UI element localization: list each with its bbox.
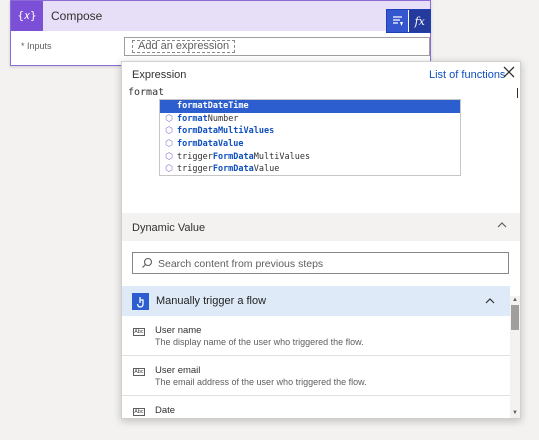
function-icon: ⬡ (165, 126, 173, 137)
search-icon (142, 257, 153, 268)
list-item[interactable]: Abc User email The email address of the … (122, 356, 510, 396)
add-expression-token[interactable]: Add an expression (132, 40, 236, 53)
expression-input-end (512, 88, 518, 98)
function-icon: ⬡ (165, 113, 173, 124)
suggestion-list: ⬡ formatDateTime ⬡ formatNumber ⬡ formDa… (159, 99, 461, 176)
expression-input[interactable]: format (128, 87, 520, 99)
text-type-icon: Abc (133, 328, 145, 336)
dynamic-content-list: Abc User name The display name of the us… (122, 316, 510, 419)
search-placeholder: Search content from previous steps (158, 258, 324, 270)
dynamic-value-header[interactable]: Dynamic Value (122, 213, 520, 241)
function-icon: ⬡ (165, 151, 173, 162)
scroll-down-icon[interactable]: ▼ (512, 410, 518, 416)
close-icon[interactable] (502, 65, 516, 81)
expression-tab-title[interactable]: Expression (132, 69, 186, 81)
list-item[interactable]: Abc Date (122, 396, 510, 419)
dynamic-content-icon (392, 16, 403, 26)
item-name: Date (155, 405, 176, 416)
expression-panel: Expression List of functions format ⬡ fo… (121, 61, 521, 419)
text-type-icon: Abc (133, 368, 145, 376)
suggestion-item[interactable]: ⬡ formDataMultiValues (160, 125, 460, 138)
compose-card: {𝑥} Compose * Inputs Add an expression f… (10, 0, 431, 66)
dynamic-content-button[interactable] (387, 10, 409, 32)
item-description: The display name of the user who trigger… (155, 337, 364, 347)
function-icon: ⬡ (165, 164, 173, 175)
list-of-functions-link[interactable]: List of functions (429, 69, 505, 81)
compose-icon: {𝑥} (11, 1, 43, 31)
compose-title: Compose (51, 9, 103, 23)
list-item[interactable]: Abc User name The display name of the us… (122, 316, 510, 356)
suggestion-item[interactable]: ⬡ formatDateTime (160, 100, 460, 113)
chevron-up-icon[interactable] (483, 294, 497, 308)
suggestion-item[interactable]: ⬡ trigger FormData Value (160, 163, 460, 176)
item-name: User email (155, 365, 201, 376)
manual-trigger-icon (132, 293, 149, 310)
chevron-up-icon[interactable] (496, 219, 508, 231)
expression-panel-header: Expression List of functions (122, 62, 520, 86)
content-toolbar: fx (386, 9, 431, 33)
scrollbar-thumb[interactable] (511, 305, 519, 330)
scrollbar[interactable]: ▲ ▼ (510, 296, 520, 418)
compose-header[interactable]: {𝑥} Compose (11, 1, 430, 31)
inputs-label: * Inputs (21, 41, 52, 51)
scroll-up-icon[interactable]: ▲ (512, 297, 518, 303)
item-description: The email address of the user who trigge… (155, 377, 367, 387)
trigger-section-header[interactable]: Manually trigger a flow (122, 286, 510, 316)
expression-input-value: format (128, 87, 165, 98)
search-input[interactable]: Search content from previous steps (132, 252, 509, 274)
expression-button[interactable]: fx (408, 10, 430, 32)
dynamic-value-title: Dynamic Value (132, 222, 206, 234)
function-icon: ⬡ (164, 101, 174, 111)
text-type-icon: Abc (133, 408, 145, 416)
item-name: User name (155, 325, 202, 336)
suggestion-item[interactable]: ⬡ format Number (160, 113, 460, 126)
suggestion-item[interactable]: ⬡ formDataValue (160, 138, 460, 151)
trigger-title: Manually trigger a flow (156, 295, 267, 307)
fx-label: fx (414, 14, 425, 28)
suggestion-item[interactable]: ⬡ trigger FormData MultiValues (160, 150, 460, 163)
function-icon: ⬡ (165, 139, 173, 150)
inputs-field[interactable]: Add an expression (124, 37, 430, 56)
